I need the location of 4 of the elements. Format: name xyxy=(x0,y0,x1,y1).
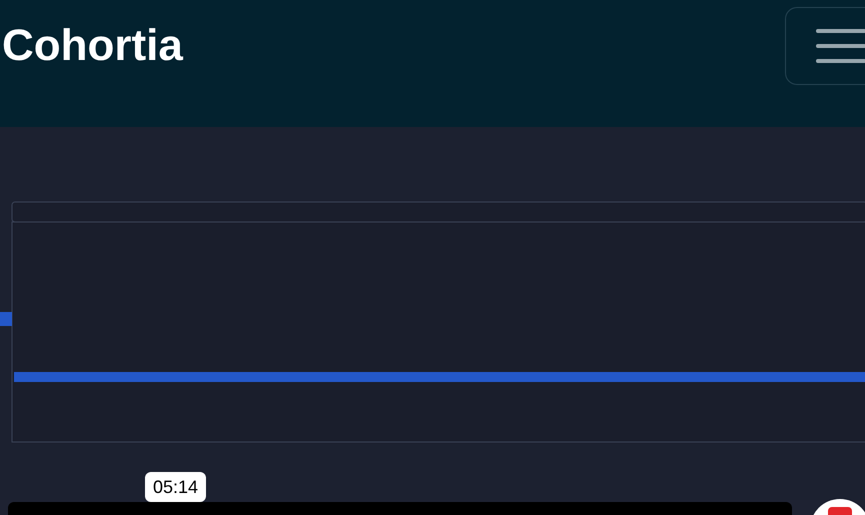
logo[interactable]: Cohortia xyxy=(0,24,183,68)
menu-icon xyxy=(816,28,865,62)
menu-button[interactable] xyxy=(785,6,865,84)
seek-tooltip: 05:14 xyxy=(145,472,206,502)
